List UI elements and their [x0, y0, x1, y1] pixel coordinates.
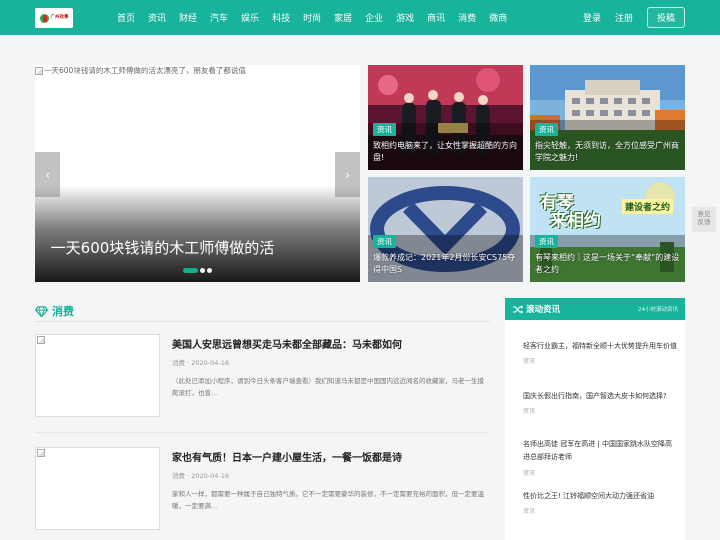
list-item[interactable]: 轻客行业霸主，福特新全顺十大优势提升用车价值 资讯	[523, 340, 678, 365]
featured-tile-3[interactable]: 资讯 爆款养成记：2021年2月份长安CS75夺得中国S	[368, 177, 523, 282]
list-item[interactable]: 性价比之王! 江铃福顺空间大动力强还省油 资讯	[523, 490, 678, 515]
list-item-category: 资讯	[523, 508, 536, 516]
sidebar-title: 滚动资讯	[526, 305, 561, 315]
slider-prev-button[interactable]: ‹	[35, 152, 60, 197]
list-item-title[interactable]: 性价比之王! 江铃福顺空间大动力强还省油	[523, 490, 678, 503]
nav-fashion[interactable]: 时尚	[303, 11, 321, 24]
site-logo[interactable]: 广州政事	[35, 8, 73, 28]
header-user-actions: 登录 注册 投稿	[569, 0, 685, 35]
article-thumbnail[interactable]	[35, 334, 160, 417]
article-summary: 家和人一样，都需要一种属于自己独特气质。它不一定需要豪华的装修，不一定需要充裕的…	[172, 490, 484, 511]
slider-pagination	[183, 268, 212, 273]
sidebar-subtitle: 24小时滚动资讯	[638, 307, 678, 313]
section-header: 消费	[35, 300, 490, 322]
sidebar-header: 滚动资讯 24小时滚动资讯	[505, 298, 685, 320]
article-title[interactable]: 美国人安思远曾想买走马未都全部藏品：马未都如何	[172, 336, 402, 351]
tile-title[interactable]: 致相约电脑来了，让女性掌握超酷的方向盘!	[373, 140, 518, 163]
logo-text: 广州政事	[50, 14, 69, 20]
tile-tag[interactable]: 资讯	[373, 123, 396, 136]
diamond-icon	[35, 305, 48, 317]
section-divider	[35, 321, 490, 322]
broken-image-icon	[37, 336, 45, 344]
chevron-right-icon: ›	[345, 167, 350, 182]
broken-image-icon	[37, 449, 45, 457]
article-meta: 消费 · 2020-04-16	[172, 359, 229, 367]
tile-tag[interactable]: 资讯	[373, 235, 396, 248]
slider-dot-active[interactable]	[183, 268, 198, 273]
article-summary: （此处已添加小程序，请到今日头条客户端查看）我们知道马未都是中国国内远近闻名的收…	[172, 377, 484, 398]
featured-tile-4[interactable]: 有琴 来相约 建设者之约 资讯 有琴来相约｜这是一场关于“奉献”的建设者之约	[530, 177, 685, 282]
nav-home[interactable]: 首页	[117, 11, 135, 24]
nav-enterprise[interactable]: 企业	[365, 11, 383, 24]
nav-finance[interactable]: 财经	[179, 11, 197, 24]
list-item-category: 资讯	[523, 469, 536, 477]
slider-next-button[interactable]: ›	[335, 152, 360, 197]
slider-image-alt: 一天600块钱请的木工师傅做的活太漂亮了，朋友看了都说值	[35, 65, 246, 76]
nav-wechat-business[interactable]: 微商	[489, 11, 507, 24]
register-link[interactable]: 注册	[615, 11, 633, 24]
article-thumbnail[interactable]	[35, 447, 160, 530]
section-title[interactable]: 消费	[52, 303, 74, 319]
slider-dot[interactable]	[200, 268, 205, 273]
shuffle-icon	[513, 304, 523, 314]
chevron-left-icon: ‹	[45, 167, 50, 182]
nav-news[interactable]: 资讯	[148, 11, 166, 24]
tile-art-headline: 有琴 来相约	[540, 193, 601, 231]
article-divider	[35, 432, 490, 433]
featured-tile-1[interactable]: 资讯 致相约电脑来了，让女性掌握超酷的方向盘!	[368, 65, 523, 170]
nav-home-living[interactable]: 家居	[334, 11, 352, 24]
nav-business-news[interactable]: 商讯	[427, 11, 445, 24]
article-item[interactable]: 家也有气质！日本一户建小屋生活，一餐一饭都是诗 消费 · 2020-04-16 …	[35, 447, 490, 530]
feedback-button[interactable]: 意见 反馈	[692, 207, 716, 232]
list-item-category: 资讯	[523, 358, 536, 366]
nav-entertainment[interactable]: 娱乐	[241, 11, 259, 24]
article-item[interactable]: 美国人安思远曾想买走马未都全部藏品：马未都如何 消费 · 2020-04-16 …	[35, 334, 490, 417]
list-item[interactable]: 名师出高徒 冠军在高进 | 中国国家跳水队空降高进总部拜访老师 资讯	[523, 438, 678, 477]
list-item-title[interactable]: 名师出高徒 冠军在高进 | 中国国家跳水队空降高进总部拜访老师	[523, 438, 678, 465]
broken-image-icon	[35, 66, 43, 75]
tile-tag[interactable]: 资讯	[535, 123, 558, 136]
login-link[interactable]: 登录	[583, 11, 601, 24]
nav-tech[interactable]: 科技	[272, 11, 290, 24]
list-item[interactable]: 国庆长假出行指南，国产智选大皮卡如何选择? 资讯	[523, 390, 678, 415]
top-header: 广州政事 首页 资讯 财经 汽车 娱乐 科技 时尚 家居 企业 游戏 商讯 消费…	[0, 0, 720, 35]
article-title[interactable]: 家也有气质！日本一户建小屋生活，一餐一饭都是诗	[172, 449, 402, 464]
logo-mark-icon	[39, 13, 49, 23]
nav-games[interactable]: 游戏	[396, 11, 414, 24]
nav-consumption[interactable]: 消费	[458, 11, 476, 24]
rolling-news-list: 轻客行业霸主，福特新全顺十大优势提升用车价值 资讯 国庆长假出行指南，国产智选大…	[505, 320, 685, 540]
featured-tile-2[interactable]: 资讯 指尖轻触，无须到访，全方位感受广州商学院之魅力!	[530, 65, 685, 170]
tile-title[interactable]: 爆款养成记：2021年2月份长安CS75夺得中国S	[373, 252, 518, 275]
tile-art-badge: 建设者之约	[622, 199, 674, 214]
list-item-category: 资讯	[523, 408, 536, 416]
slider-dot[interactable]	[207, 268, 212, 273]
list-item-title[interactable]: 轻客行业霸主，福特新全顺十大优势提升用车价值	[523, 340, 678, 353]
tile-title[interactable]: 指尖轻触，无须到访，全方位感受广州商学院之魅力!	[535, 140, 680, 163]
tile-tag[interactable]: 资讯	[535, 235, 558, 248]
article-meta: 消费 · 2020-04-16	[172, 472, 229, 480]
slider-caption[interactable]: 一天600块钱请的木工师傅做的活	[0, 237, 325, 258]
nav-auto[interactable]: 汽车	[210, 11, 228, 24]
submit-article-button[interactable]: 投稿	[646, 7, 685, 28]
list-item-title[interactable]: 国庆长假出行指南，国产智选大皮卡如何选择?	[523, 390, 678, 403]
tile-title[interactable]: 有琴来相约｜这是一场关于“奉献”的建设者之约	[535, 252, 680, 275]
main-nav: 首页 资讯 财经 汽车 娱乐 科技 时尚 家居 企业 游戏 商讯 消费 微商	[110, 0, 514, 35]
